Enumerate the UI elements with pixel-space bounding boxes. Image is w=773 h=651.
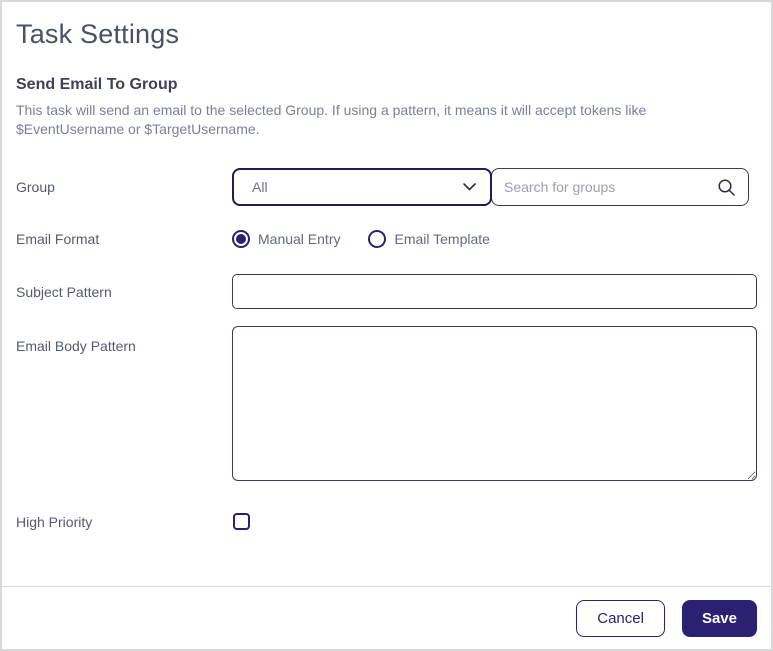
- email-body-pattern-textarea[interactable]: [232, 326, 757, 481]
- email-format-options: Manual Entry Email Template: [232, 230, 490, 248]
- group-select-value: All: [252, 179, 268, 195]
- email-body-pattern-row: Email Body Pattern: [16, 326, 757, 481]
- email-format-label: Email Format: [16, 231, 100, 247]
- high-priority-checkbox[interactable]: [233, 513, 250, 530]
- page-title: Task Settings: [16, 19, 180, 49]
- group-label: Group: [16, 179, 55, 195]
- email-template-radio-label: Email Template: [394, 231, 490, 247]
- chevron-down-icon: [463, 183, 476, 191]
- subject-pattern-input[interactable]: [232, 274, 757, 309]
- manual-entry-radio-label: Manual Entry: [258, 231, 341, 247]
- group-row: Group All: [16, 168, 757, 206]
- task-name-heading: Send Email To Group: [16, 76, 178, 93]
- subject-pattern-row: Subject Pattern: [16, 274, 757, 309]
- email-format-row: Email Format Manual Entry Email Template: [16, 230, 757, 248]
- group-select[interactable]: All: [232, 168, 492, 206]
- radio-option-manual-entry[interactable]: Manual Entry: [232, 230, 340, 248]
- cancel-button[interactable]: Cancel: [576, 599, 665, 637]
- task-description: This task will send an email to the sele…: [16, 102, 647, 137]
- group-search-box: [491, 168, 749, 206]
- email-template-radio[interactable]: [368, 230, 387, 248]
- save-button[interactable]: Save: [681, 599, 757, 637]
- radio-option-email-template[interactable]: Email Template: [368, 230, 490, 248]
- email-body-pattern-label: Email Body Pattern: [16, 338, 136, 354]
- task-settings-panel: Task Settings Send Email To Group This t…: [0, 0, 773, 651]
- subject-pattern-label: Subject Pattern: [16, 283, 112, 300]
- high-priority-label: High Priority: [16, 513, 93, 530]
- manual-entry-radio[interactable]: [232, 230, 250, 248]
- footer-bar: Cancel Save: [2, 586, 771, 649]
- panel-content: Task Settings Send Email To Group This t…: [2, 2, 771, 530]
- high-priority-row: High Priority: [16, 513, 757, 530]
- group-search-input[interactable]: [504, 179, 717, 195]
- search-icon: [718, 178, 735, 196]
